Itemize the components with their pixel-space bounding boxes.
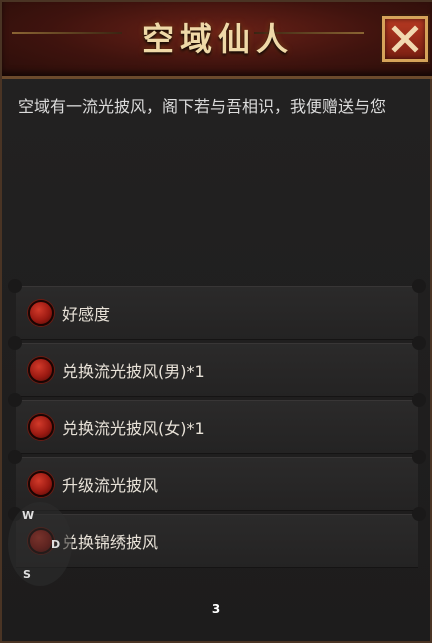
notch (412, 507, 426, 521)
close-x-icon (391, 25, 419, 53)
page-number: 3 (211, 602, 221, 616)
minimap[interactable] (8, 502, 72, 586)
option-favorability[interactable]: 好感度 (8, 279, 426, 340)
compass-west-label: W (22, 509, 35, 522)
window-title: 空域仙人 (141, 20, 294, 58)
title-bar: 空域仙人 (2, 2, 432, 79)
option-exchange-brocade-cape[interactable]: 兑换锦绣披风 (8, 507, 426, 568)
option-label: 兑换锦绣披风 (62, 533, 159, 552)
notch (8, 279, 22, 293)
option-label: 兑换流光披风(男)*1 (62, 362, 205, 381)
red-orb-icon (28, 414, 54, 440)
red-orb-icon (28, 357, 54, 383)
red-orb-icon (28, 300, 54, 326)
close-button[interactable] (382, 16, 428, 62)
option-list: 好感度 兑换流光披风(男)*1 兑换流光披风(女)*1 升级流光披风 兑换锦绣披… (8, 279, 426, 571)
notch (8, 393, 22, 407)
option-label: 升级流光披风 (62, 476, 159, 495)
notch (8, 336, 22, 350)
notch (8, 450, 22, 464)
notch (412, 279, 426, 293)
notch (412, 450, 426, 464)
notch (412, 336, 426, 350)
npc-dialog-panel: 空域仙人 空域有一流光披风，阁下若与吾相识，我便赠送与您 好感度 兑换流光披风(… (0, 0, 432, 643)
option-exchange-cape-male[interactable]: 兑换流光披风(男)*1 (8, 336, 426, 397)
compass-direction-label: D (51, 538, 61, 551)
compass-south-label: S (23, 568, 31, 581)
npc-dialog-text: 空域有一流光披风，阁下若与吾相识，我便赠送与您 (18, 97, 387, 116)
notch (412, 393, 426, 407)
option-exchange-cape-female[interactable]: 兑换流光披风(女)*1 (8, 393, 426, 454)
option-upgrade-cape[interactable]: 升级流光披风 (8, 450, 426, 511)
red-orb-icon (28, 471, 54, 497)
option-label: 兑换流光披风(女)*1 (62, 419, 205, 438)
option-label: 好感度 (62, 305, 111, 324)
